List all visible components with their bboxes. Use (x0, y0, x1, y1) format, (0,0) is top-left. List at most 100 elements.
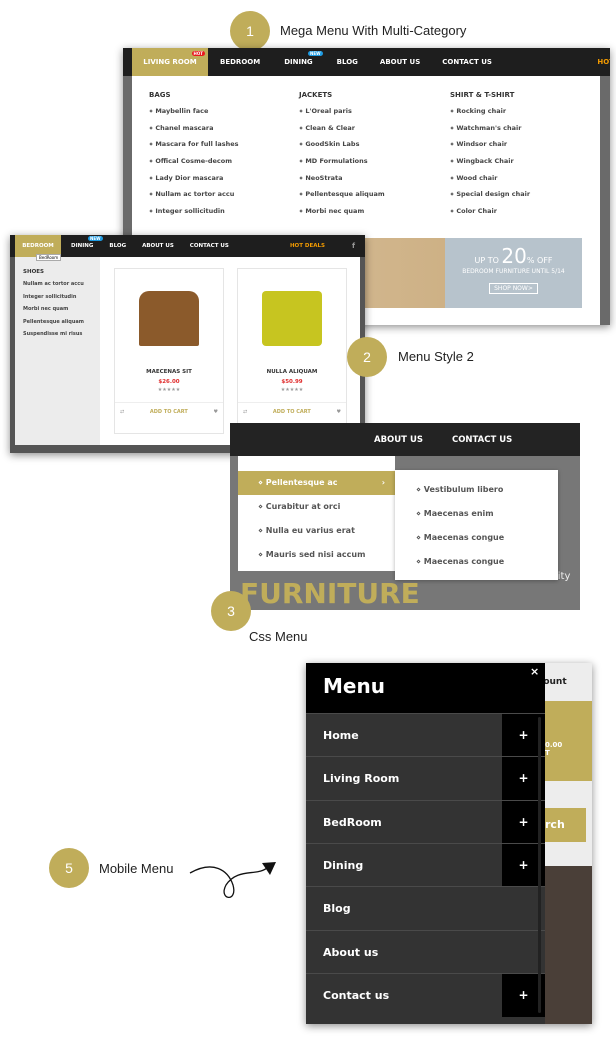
menu-link-label: MD Formulations (305, 157, 368, 166)
nav-contact[interactable]: CONTACT US (190, 243, 229, 249)
mobile-menu-label: BedRoom (323, 815, 382, 829)
menu-link[interactable]: ⋄ Mascara for full lashes (149, 140, 239, 157)
compare-icon[interactable]: ⇄ (243, 409, 247, 415)
product-price: $26.00 (158, 379, 180, 385)
hot-badge: HOT (191, 51, 205, 56)
mobile-menu-item[interactable]: Dining + (306, 842, 545, 887)
menu-title: Menu (306, 663, 545, 713)
sidebar: SHOES Nullam ac tortor accu Integer sollic… (15, 257, 100, 445)
submenu-item-label: Maecenas congue (423, 533, 505, 542)
menu-link[interactable]: ⋄ NeoStrata (299, 174, 385, 191)
menu-link-label: Rocking chair (456, 107, 507, 115)
nav-living-room[interactable]: LIVING ROOM HOT (132, 48, 208, 76)
bullet-icon: ⋄ (416, 533, 424, 542)
shop-now-button[interactable]: SHOP NOW> (489, 283, 538, 294)
promo-box: UP TO 20% OFF BEDROOM FURNITURE UNTIL 5/… (445, 238, 582, 308)
submenu-item[interactable]: ⋄ Maecenas congue (395, 526, 558, 550)
nav-contact[interactable]: CONTACT US (442, 58, 492, 66)
hot-deals-link[interactable]: HOT DEALS (290, 243, 325, 249)
product-name: NULLA ALIQUAM (266, 369, 318, 375)
bullet-icon: ⋄ (258, 502, 266, 511)
facebook-icon[interactable]: f (352, 242, 355, 250)
submenu-item[interactable]: ⋄ Maecenas enim (395, 502, 558, 526)
nav-about[interactable]: ABOUT US (142, 243, 174, 249)
sidebar-link[interactable]: Nullam ac tortor accu (23, 281, 84, 287)
menu-item[interactable]: ⋄ Nulla eu varius erat (238, 519, 395, 543)
menu-link-label: Nullam ac tortor accu (155, 190, 235, 199)
menu-item[interactable]: ⋄ Curabitur at orci (238, 495, 395, 519)
menu-link[interactable]: ⋄ Integer sollicitudin (149, 207, 239, 224)
mobile-menu-label: Blog (323, 902, 351, 916)
product-card[interactable]: NULLA ALIQUAM $50.99 ★★★★★ ⇄ ADD TO CART ♥ (237, 268, 347, 434)
nav-blog[interactable]: BLOG (337, 58, 358, 66)
mobile-menu-item[interactable]: Contact us + (306, 972, 545, 1017)
menu-link-label: GoodSkin Labs (305, 140, 360, 149)
menu-link[interactable]: ⋄ Color Chair (450, 207, 530, 224)
menu-link[interactable]: ⋄ L'Oreal paris (299, 107, 385, 124)
menu-item-label: Pellentesque ac (265, 478, 338, 487)
submenu-item[interactable]: ⋄ Vestibulum libero (395, 478, 558, 502)
menu-item[interactable]: ⋄ Pellentesque ac › (238, 471, 395, 495)
menu-link[interactable]: ⋄ Offical Cosme-decom (149, 157, 239, 174)
menu-link[interactable]: ⋄ Chanel mascara (149, 124, 239, 141)
sidebar-link[interactable]: Integer sollicitudin (23, 294, 76, 300)
menu-link[interactable]: ⋄ Wood chair (450, 174, 530, 191)
nav-dining[interactable]: DINING (284, 58, 312, 66)
add-to-cart-button[interactable]: ADD TO CART (273, 409, 311, 415)
menu-link[interactable]: ⋄ Rocking chair (450, 107, 530, 124)
menu-link-label: Offical Cosme-decom (155, 157, 232, 166)
sidebar-link[interactable]: Morbi nec quam (23, 306, 68, 312)
product-image (139, 291, 199, 346)
menu-item[interactable]: ⋄ Mauris sed nisi accum (238, 543, 395, 567)
add-to-cart-button[interactable]: ADD TO CART (150, 409, 188, 415)
mobile-menu-item[interactable]: Blog (306, 886, 545, 930)
menu-link[interactable]: ⋄ Wingback Chair (450, 157, 530, 174)
sidebar-link[interactable]: Suspendisse mi risus (23, 331, 82, 337)
menu-link[interactable]: ⋄ Maybellin face (149, 107, 239, 124)
nav-bedroom[interactable]: BEDROOM (220, 58, 260, 66)
submenu-item-label: Vestibulum libero (423, 485, 504, 494)
menu-link[interactable]: ⋄ Watchman's chair (450, 124, 530, 141)
nav-about[interactable]: ABOUT US (380, 58, 420, 66)
menu-link[interactable]: ⋄ Pellentesque aliquam (299, 190, 385, 207)
mobile-menu-item[interactable]: Home + (306, 713, 545, 757)
menu-link[interactable]: ⋄ Clean & Clear (299, 124, 385, 141)
section-title: Mobile Menu (99, 861, 174, 876)
background-image (545, 866, 592, 1024)
search-button[interactable]: rch (545, 808, 586, 842)
menu-link[interactable]: ⋄ Lady Dior mascara (149, 174, 239, 191)
menu-item-label: Mauris sed nisi accum (265, 550, 366, 559)
dropdown: SHOES Nullam ac tortor accu Integer sollic… (15, 254, 360, 445)
menu-link-label: Morbi nec quam (305, 207, 365, 216)
sidebar-link[interactable]: Pellentesque aliquam (23, 319, 84, 325)
menu-link[interactable]: ⋄ MD Formulations (299, 157, 385, 174)
product-name: MAECENAS SIT (146, 369, 192, 375)
nav-about[interactable]: ABOUT US (374, 435, 423, 445)
close-icon[interactable]: × (530, 665, 539, 678)
hot-deals-link[interactable]: HOT (597, 58, 610, 66)
mobile-menu-label: About us (323, 945, 379, 959)
menu-link[interactable]: ⋄ Nullam ac tortor accu (149, 190, 239, 207)
wishlist-icon[interactable]: ♥ (337, 409, 341, 415)
bullet-icon: ⋄ (416, 557, 424, 566)
menu-link[interactable]: ⋄ Special design chair (450, 190, 530, 207)
main-nav: ABOUT US CONTACT US (230, 423, 580, 456)
scrollbar[interactable] (538, 717, 541, 1013)
nav-dining[interactable]: DINING (71, 243, 93, 249)
nav-blog[interactable]: BLOG (109, 243, 126, 249)
rating-stars: ★★★★★ (280, 387, 304, 393)
hero-text: FURNITURE (240, 577, 420, 610)
product-card[interactable]: MAECENAS SIT $26.00 ★★★★★ ⇄ ADD TO CART ♥ (114, 268, 224, 434)
nav-contact[interactable]: CONTACT US (452, 435, 512, 445)
wishlist-icon[interactable]: ♥ (214, 409, 218, 415)
menu-link[interactable]: ⋄ GoodSkin Labs (299, 140, 385, 157)
menu-link[interactable]: ⋄ Windsor chair (450, 140, 530, 157)
sidebar-title: SHOES (23, 269, 44, 275)
mobile-menu-item[interactable]: About us (306, 929, 545, 973)
submenu-item[interactable]: ⋄ Maecenas congue (395, 550, 558, 574)
chevron-right-icon: › (381, 478, 385, 487)
mobile-menu-item[interactable]: BedRoom + (306, 799, 545, 844)
mobile-menu-item[interactable]: Living Room + (306, 756, 545, 801)
menu-link[interactable]: ⋄ Morbi nec quam (299, 207, 385, 224)
compare-icon[interactable]: ⇄ (120, 409, 124, 415)
